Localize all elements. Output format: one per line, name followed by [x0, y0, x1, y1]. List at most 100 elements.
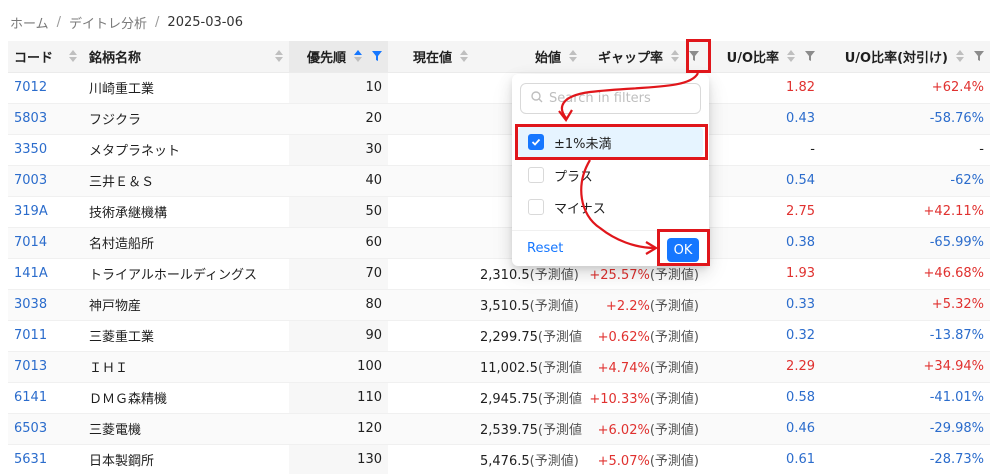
stock-code-link[interactable]: 3038	[8, 289, 83, 321]
stock-name: 名村造船所	[83, 227, 289, 259]
sort-icon[interactable]	[787, 50, 795, 63]
checkbox-checked[interactable]	[528, 134, 544, 150]
uo-ratio-net: -29.98%	[821, 413, 990, 445]
filter-dropdown: ±1%未満 プラス マイナス Reset OK	[512, 74, 709, 266]
stock-code-link[interactable]: 7003	[8, 165, 83, 197]
estimate-note: (予測値)	[529, 454, 579, 469]
sort-icon[interactable]	[69, 50, 77, 63]
table-row[interactable]: 3038 神戸物産 80 3,510.5(予測値) +2.2%(予測値) 0.33 +5.3…	[8, 289, 990, 321]
stock-code-link[interactable]: 319A	[8, 196, 83, 228]
open-price-cell: 2,539.75(予測値)	[474, 413, 583, 445]
filter-search-input[interactable]	[549, 91, 689, 106]
uo-ratio: 0.54	[705, 165, 821, 197]
search-icon	[531, 90, 543, 107]
current-price	[388, 103, 474, 135]
priority-value: 60	[289, 227, 388, 259]
table-row[interactable]: 7003三井Ｅ＆Ｓ401,890.54-62%	[8, 165, 990, 197]
stock-name: 川崎重工業	[83, 72, 289, 104]
table-row[interactable]: 5803フジクラ206,300.43-58.76%	[8, 103, 990, 135]
priority-value: 90	[289, 320, 388, 352]
table-row[interactable]: 3350メタプラネット304,74--	[8, 134, 990, 166]
stock-code-link[interactable]: 3350	[8, 134, 83, 166]
filter-icon[interactable]	[805, 51, 815, 62]
filter-search-box[interactable]	[520, 83, 701, 114]
table-row[interactable]: 319A技術承継機構505,2.75+42.11%	[8, 196, 990, 228]
sort-icon[interactable]	[671, 50, 679, 63]
stock-name: メタプラネット	[83, 134, 289, 166]
uo-ratio: 0.46	[705, 413, 821, 445]
breadcrumb-home[interactable]: ホーム	[10, 13, 49, 32]
sort-icon[interactable]	[275, 50, 283, 63]
open-price-cell: 2,945.75(予測値)	[474, 382, 583, 414]
filter-option-plus[interactable]: プラス	[518, 160, 703, 190]
priority-value: 130	[289, 444, 388, 474]
filter-icon[interactable]	[372, 51, 382, 62]
stock-code-link[interactable]: 6503	[8, 413, 83, 445]
stock-code-link[interactable]: 7013	[8, 351, 83, 383]
table-row[interactable]: 7011 三菱重工業 90 2,299.75(予測値) +0.62%(予測値) 0.32-…	[8, 320, 990, 352]
sort-ascending-icon[interactable]	[354, 50, 362, 63]
column-header-priority[interactable]: 優先順	[289, 41, 388, 73]
current-price	[388, 196, 474, 228]
stock-code-link[interactable]: 141A	[8, 258, 83, 290]
uo-ratio: 2.29	[705, 351, 821, 383]
reset-button[interactable]: Reset	[527, 241, 563, 256]
ok-button[interactable]: OK	[667, 238, 699, 262]
current-price	[388, 320, 474, 352]
breadcrumb-section[interactable]: デイトレ分析	[69, 13, 147, 32]
column-header-code[interactable]: コード	[8, 41, 83, 73]
table-row[interactable]: 5631 日本製鋼所 130 5,476.5(予測値) +5.07%(予測値) 0.61-…	[8, 444, 990, 474]
filter-option-under-1pct[interactable]: ±1%未満	[518, 127, 703, 157]
checkbox[interactable]	[528, 167, 544, 183]
stock-code-link[interactable]: 6141	[8, 382, 83, 414]
checkbox[interactable]	[528, 199, 544, 215]
uo-ratio: 0.38	[705, 227, 821, 259]
table-row[interactable]: 141A トライアルホールディングス 70 2,310.5(予測値) +25.57%(予…	[8, 258, 990, 290]
stock-name: 技術承継機構	[83, 196, 289, 228]
stock-code-link[interactable]: 5803	[8, 103, 83, 135]
uo-ratio-net: -13.87%	[821, 320, 990, 352]
column-header-current[interactable]: 現在値	[388, 41, 474, 73]
current-price	[388, 444, 474, 474]
estimate-note: (予測値)	[537, 361, 583, 376]
current-price	[388, 258, 474, 290]
estimate-note: (予測値)	[649, 330, 699, 345]
filter-icon[interactable]	[974, 51, 984, 62]
table-row[interactable]: 6503 三菱電機 120 2,539.75(予測値) +6.02%(予測値) 0.46-…	[8, 413, 990, 445]
table-row[interactable]: 6141 ＤＭＧ森精機 110 2,945.75(予測値) +10.33%(予測値) 0.…	[8, 382, 990, 414]
stock-code-link[interactable]: 5631	[8, 444, 83, 474]
open-price-cell: 5,476.5(予測値)	[474, 444, 583, 474]
stock-code-link[interactable]: 7012	[8, 72, 83, 104]
table-row[interactable]: 7012川崎重工業108,691.82+62.4%	[8, 72, 990, 104]
uo-ratio: 0.58	[705, 382, 821, 414]
stock-code-link[interactable]: 7011	[8, 320, 83, 352]
table-row[interactable]: 7013 ＩＨＩ 100 11,002.5(予測値) +4.74%(予測値) 2.29 +3…	[8, 351, 990, 383]
column-header-uo[interactable]: U/O比率	[705, 41, 821, 73]
uo-ratio: 2.75	[705, 196, 821, 228]
priority-value: 10	[289, 72, 388, 104]
open-price: 2,539.75	[480, 423, 538, 438]
stock-code-link[interactable]: 7014	[8, 227, 83, 259]
gap-rate: +2.2%	[605, 299, 650, 314]
filter-option-minus[interactable]: マイナス	[518, 192, 703, 222]
breadcrumb: ホーム / デイトレ分析 / 2025-03-06	[10, 12, 243, 32]
uo-ratio-net: +62.4%	[821, 72, 990, 104]
annotation-box	[686, 39, 711, 73]
uo-ratio: 1.93	[705, 258, 821, 290]
uo-ratio-net: -41.01%	[821, 382, 990, 414]
sort-icon[interactable]	[956, 50, 964, 63]
column-header-name[interactable]: 銘柄名称	[83, 41, 289, 73]
column-header-uo-net[interactable]: U/O比率(対引け)	[821, 41, 990, 73]
current-price	[388, 134, 474, 166]
table-row[interactable]: 7014名村造船所602,330.38-65.99%	[8, 227, 990, 259]
priority-value: 80	[289, 289, 388, 321]
open-price: 2,299.75	[480, 330, 538, 345]
sort-icon[interactable]	[460, 50, 468, 63]
column-title: U/O比率	[726, 50, 779, 66]
sort-icon[interactable]	[569, 50, 577, 63]
column-title: ギャップ率	[597, 50, 663, 66]
stock-name: ＤＭＧ森精機	[83, 382, 289, 414]
column-header-open[interactable]: 始値	[474, 41, 583, 73]
priority-value: 50	[289, 196, 388, 228]
current-price	[388, 227, 474, 259]
